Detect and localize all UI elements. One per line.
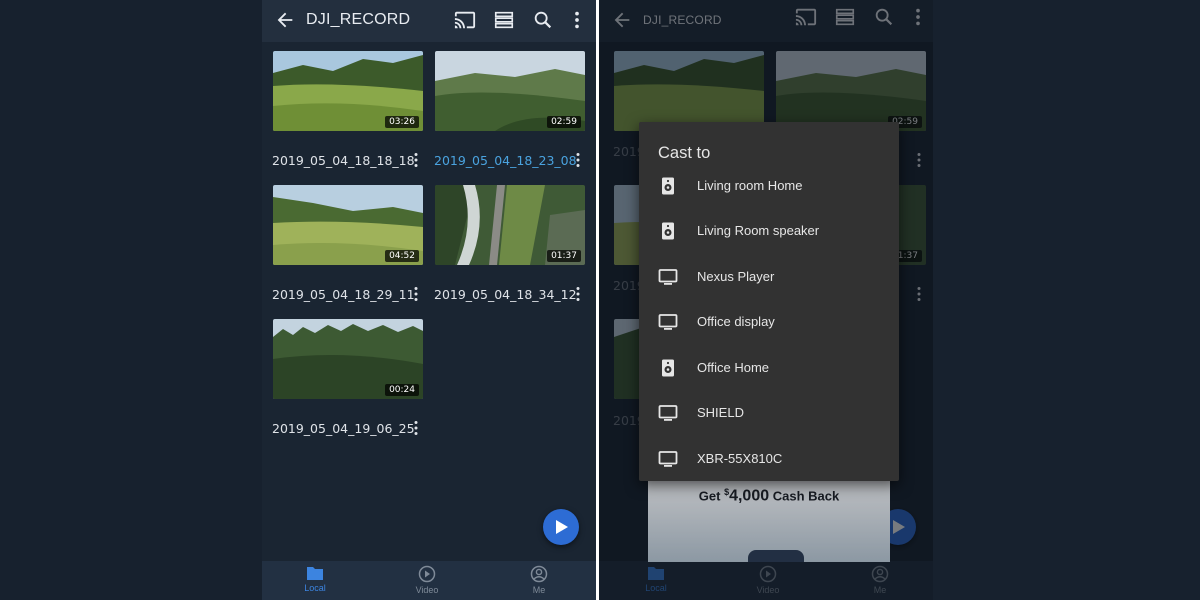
video-filename[interactable]: 2019_05_04_18_34_12 (434, 287, 577, 302)
play-circle-icon (418, 565, 436, 583)
nav-local[interactable]: Local (285, 565, 345, 593)
folder-title: DJI_RECORD (306, 11, 411, 28)
cast-icon[interactable] (454, 9, 476, 31)
cast-device-shield[interactable]: SHIELD (639, 395, 899, 435)
nav-me[interactable]: Me (509, 565, 569, 595)
more-vert-icon[interactable] (575, 286, 581, 302)
tv-icon (658, 269, 678, 285)
cast-device-label: Nexus Player (697, 269, 775, 284)
video-filename[interactable]: 2019_05_04_18_23_08 (434, 153, 577, 168)
play-all-button[interactable] (543, 509, 579, 545)
tv-icon (658, 405, 678, 421)
video-duration: 02:59 (547, 116, 581, 128)
video-thumbnail[interactable]: 04:52 (273, 185, 423, 265)
video-card[interactable]: 04:52 2019_05_04_18_29_11 (272, 185, 423, 315)
app-bar: DJI_RECORD (262, 0, 596, 42)
cast-device-xbr-55x810c[interactable]: XBR-55X810C (639, 441, 899, 481)
video-thumbnail[interactable]: 00:24 (273, 319, 423, 399)
nav-label: Me (532, 585, 546, 595)
video-filename[interactable]: 2019_05_04_19_06_25 (272, 421, 415, 436)
video-card[interactable]: 00:24 2019_05_04_19_06_25 (272, 319, 423, 449)
video-duration: 03:26 (385, 116, 419, 128)
arrow-back-icon[interactable] (274, 9, 296, 31)
cast-device-nexus-player[interactable]: Nexus Player (639, 259, 899, 299)
more-vert-icon[interactable] (413, 286, 419, 302)
more-vert-icon[interactable] (413, 152, 419, 168)
video-filename[interactable]: 2019_05_04_18_18_18 (272, 153, 415, 168)
nav-label: Video (415, 585, 439, 595)
bottom-navigation: Local Video Me (262, 561, 596, 600)
ad-dim-overlay (648, 480, 890, 562)
cast-device-label: Living Room speaker (697, 223, 820, 238)
video-thumbnail[interactable]: 03:26 (273, 51, 423, 131)
more-vert-icon[interactable] (413, 420, 419, 436)
folder-icon (307, 567, 323, 580)
speaker-icon (662, 359, 674, 377)
cast-device-label: SHIELD (697, 405, 744, 420)
video-filename[interactable]: 2019_05_04_18_29_11 (272, 287, 415, 302)
cast-device-office-display[interactable]: Office display (639, 304, 899, 344)
tv-icon (658, 451, 678, 467)
search-icon[interactable] (532, 9, 554, 31)
speaker-icon (662, 177, 674, 195)
tv-icon (658, 314, 678, 330)
cast-device-living-room-home[interactable]: Living room Home (639, 168, 899, 208)
view-list-icon[interactable] (493, 9, 515, 31)
cast-dialog-title: Cast to (658, 144, 711, 162)
speaker-icon (662, 222, 674, 240)
video-card[interactable]: 01:37 2019_05_04_18_34_12 (434, 185, 585, 315)
cast-device-label: XBR-55X810C (697, 451, 783, 466)
video-duration: 01:37 (547, 250, 581, 262)
cast-device-label: Office Home (697, 360, 770, 375)
left-phone-screen: DJI_RECORD 03:26 2019_05_04_18_18_18 02:… (262, 0, 596, 600)
cast-device-office-home[interactable]: Office Home (639, 350, 899, 390)
video-duration: 04:52 (385, 250, 419, 262)
more-vert-icon[interactable] (575, 152, 581, 168)
video-duration: 00:24 (385, 384, 419, 396)
account-icon (530, 565, 548, 583)
video-thumbnail[interactable]: 02:59 (435, 51, 585, 131)
play-icon (556, 520, 568, 534)
cast-device-label: Office display (697, 314, 775, 329)
cast-dialog: Cast to Living room Home Living Room spe… (639, 122, 899, 481)
nav-video[interactable]: Video (397, 565, 457, 595)
cast-device-label: Living room Home (697, 178, 803, 193)
cast-device-living-room-speaker[interactable]: Living Room speaker (639, 213, 899, 253)
video-card[interactable]: 03:26 2019_05_04_18_18_18 (272, 51, 423, 181)
video-thumbnail[interactable]: 01:37 (435, 185, 585, 265)
nav-label: Local (304, 583, 326, 593)
right-phone-screen: DJI_RECORD 02:59 01:37 (599, 0, 933, 600)
more-vert-icon[interactable] (566, 9, 588, 31)
video-card[interactable]: 02:59 2019_05_04_18_23_08 (434, 51, 585, 181)
